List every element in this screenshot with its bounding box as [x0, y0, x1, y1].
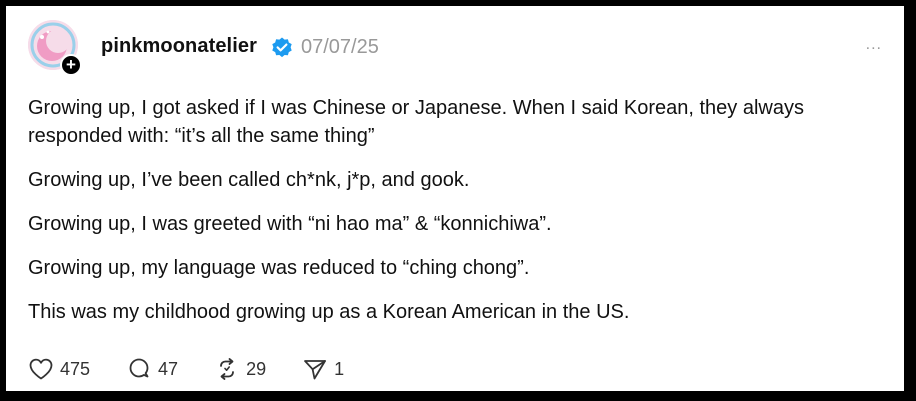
reply-count: 47 [158, 358, 179, 379]
repost-button[interactable]: 29 [214, 357, 266, 381]
verified-badge-icon [272, 37, 292, 58]
action-bar: 475 47 29 1 [28, 356, 380, 382]
post-header: + pinkmoonatelier 07/07/25 ... [26, 18, 892, 78]
reply-button[interactable]: 47 [126, 357, 178, 381]
more-dots-icon[interactable]: ... [866, 37, 882, 53]
post-paragraph-5: This was my childhood growing up as a Ko… [28, 301, 630, 323]
share-button[interactable]: 1 [302, 357, 344, 381]
share-count: 1 [334, 358, 345, 379]
post-paragraph-3: Growing up, I was greeted with “ni hao m… [28, 213, 552, 235]
post-date: 07/07/25 [301, 36, 379, 58]
post-paragraph-4: Growing up, my language was reduced to “… [28, 257, 530, 279]
paper-plane-icon [304, 360, 327, 380]
avatar-container[interactable]: + [26, 18, 86, 78]
follow-plus-button[interactable]: + [60, 54, 82, 76]
speech-bubble-icon [129, 358, 149, 378]
like-button[interactable]: 475 [28, 357, 90, 381]
heart-icon [29, 358, 53, 380]
post-card: + pinkmoonatelier 07/07/25 ... Growing u… [6, 6, 904, 391]
post-body: Growing up, I got asked if I was Chinese… [28, 94, 888, 342]
post-paragraph-2: Growing up, I’ve been called ch*nk, j*p,… [28, 169, 470, 191]
post-paragraph-1: Growing up, I got asked if I was Chinese… [28, 97, 804, 147]
username[interactable]: pinkmoonatelier [101, 35, 257, 58]
repost-arrows-icon [220, 358, 234, 380]
repost-count: 29 [246, 358, 267, 379]
like-count: 475 [60, 358, 91, 379]
